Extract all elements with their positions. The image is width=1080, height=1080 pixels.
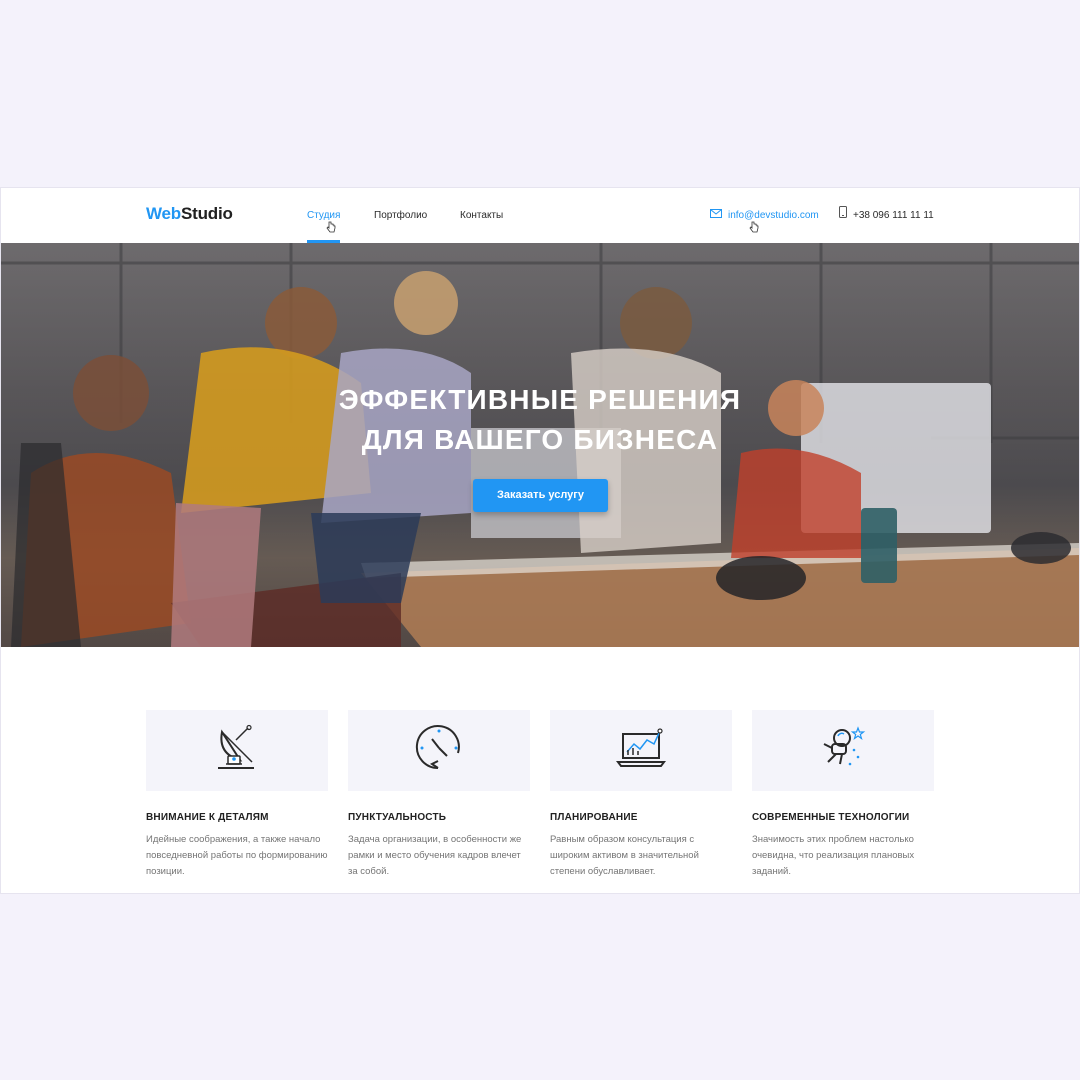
phone-link[interactable]: +38 096 111 11 11 (839, 188, 934, 243)
site-header: WebStudio Студия Портфолио Контакты info… (1, 188, 1079, 243)
feature-icon-box (550, 710, 732, 791)
feature-title: ПЛАНИРОВАНИЕ (550, 812, 638, 823)
feature-text: Идейные соображения, а также начало повс… (146, 834, 328, 877)
landing-page: WebStudio Студия Портфолио Контакты info… (1, 188, 1079, 893)
phone-icon (839, 188, 847, 243)
feature-title: ПУНКТУАЛЬНОСТЬ (348, 812, 447, 823)
order-service-button[interactable]: Заказать услугу (473, 479, 608, 512)
logo-part-web: Web (146, 204, 181, 223)
email-link[interactable]: info@devstudio.com (710, 188, 819, 243)
logo[interactable]: WebStudio (146, 204, 233, 224)
feature-text: Задача организации, в особенности же рам… (348, 834, 522, 877)
phone-text: +38 096 111 11 11 (853, 210, 934, 221)
feature-card: ВНИМАНИЕ К ДЕТАЛЯМ Идейные соображения, … (146, 710, 328, 880)
feature-icon-box (146, 710, 328, 791)
clock-icon (414, 723, 464, 778)
logo-part-studio: Studio (180, 204, 233, 223)
hero-title: ЭФФЕКТИВНЫЕ РЕШЕНИЯ ДЛЯ ВАШЕГО БИЗНЕСА (1, 380, 1079, 460)
hand-cursor-icon (749, 221, 759, 236)
satellite-dish-icon (214, 724, 260, 777)
feature-card: СОВРЕМЕННЫЕ ТЕХНОЛОГИИ Значимость этих п… (752, 710, 934, 880)
laptop-chart-icon (616, 728, 666, 773)
nav-item-portfolio[interactable]: Портфолио (374, 188, 427, 243)
feature-text: Значимость этих проблем настолько очевид… (752, 834, 915, 877)
feature-title: ВНИМАНИЕ К ДЕТАЛЯМ (146, 812, 269, 823)
astronaut-icon (818, 724, 868, 777)
mail-icon (710, 188, 722, 243)
feature-text: Равным образом консультация с широким ак… (550, 834, 699, 877)
hero-title-line-1: ЭФФЕКТИВНЫЕ РЕШЕНИЯ (338, 384, 742, 415)
hero-title-line-2: ДЛЯ ВАШЕГО БИЗНЕСА (361, 424, 719, 455)
feature-icon-box (348, 710, 530, 791)
hand-cursor-icon (326, 221, 336, 236)
feature-card: ПУНКТУАЛЬНОСТЬ Задача организации, в осо… (348, 710, 530, 880)
feature-title: СОВРЕМЕННЫЕ ТЕХНОЛОГИИ (752, 812, 910, 823)
nav-item-contacts[interactable]: Контакты (460, 188, 503, 243)
feature-icon-box (752, 710, 934, 791)
email-text: info@devstudio.com (728, 210, 819, 221)
feature-card: ПЛАНИРОВАНИЕ Равным образом консультация… (550, 710, 732, 880)
hero-section: ЭФФЕКТИВНЫЕ РЕШЕНИЯ ДЛЯ ВАШЕГО БИЗНЕСА З… (1, 243, 1079, 647)
